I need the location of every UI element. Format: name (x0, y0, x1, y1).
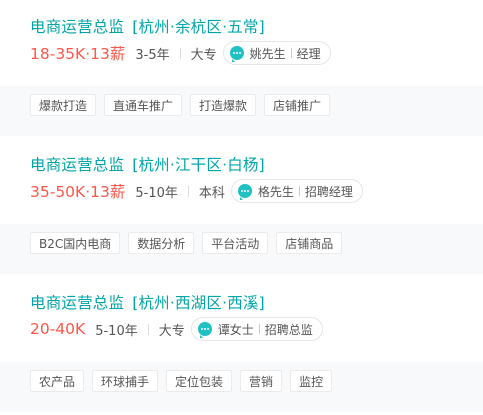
job-location: [杭州·余杭区·五常] (132, 18, 265, 36)
experience: 5-10年 (135, 185, 178, 201)
job-title-link[interactable]: 电商运营总监 [杭州·西湖区·西溪] (30, 291, 265, 313)
skill-tag: 环球捕手 (92, 370, 159, 392)
recruiter-chat-button[interactable]: 姚先生 经理 (222, 41, 331, 65)
recruiter-name: 格先生 (257, 184, 294, 199)
job-title-link[interactable]: 电商运营总监 [杭州·余杭区·五常] (30, 15, 265, 37)
job-location: [杭州·西湖区·西溪] (132, 294, 265, 312)
job-info-row: 20-40K 5-10年 大专 谭女士 招聘总监 (30, 316, 323, 342)
job-card-header: 电商运营总监 [杭州·西湖区·西溪] 20-40K 5-10年 大专 谭女士 招聘… (0, 276, 483, 362)
job-title-link[interactable]: 电商运营总监 [杭州·江干区·白杨] (30, 153, 265, 175)
chat-bubble-icon (197, 322, 212, 338)
education: 大专 (158, 323, 185, 339)
divider (147, 323, 149, 335)
job-tags-area: B2C国内电商 数据分析 平台活动 店铺商品 (0, 224, 483, 274)
experience: 5-10年 (95, 323, 138, 339)
skill-tag: 爆款打造 (30, 94, 97, 116)
skill-tag: 监控 (290, 370, 333, 392)
recruiter-name: 姚先生 (249, 46, 286, 61)
experience: 3-5年 (135, 47, 170, 63)
recruiter-chat-button[interactable]: 格先生 招聘经理 (230, 179, 363, 203)
job-tags-area: 农产品 环球捕手 定位包装 营销 监控 (0, 362, 483, 412)
job-title[interactable]: 电商运营总监 (30, 294, 124, 312)
job-card-header: 电商运营总监 [杭州·江干区·白杨] 35-50K·13薪 5-10年 本科 格先… (0, 138, 483, 224)
tag-list: 农产品 环球捕手 定位包装 营销 监控 (30, 370, 340, 392)
skill-tag: 直通车推广 (104, 94, 183, 116)
skill-tag: 店铺推广 (264, 94, 331, 116)
job-card-header: 电商运营总监 [杭州·余杭区·五常] 18-35K·13薪 3-5年 大专 姚先生… (0, 0, 483, 86)
job-card[interactable]: 电商运营总监 [杭州·西湖区·西溪] 20-40K 5-10年 大专 谭女士 招聘… (0, 276, 483, 412)
divider (179, 47, 181, 59)
salary: 20-40K (30, 320, 86, 338)
job-title[interactable]: 电商运营总监 (30, 156, 124, 174)
job-info-row: 35-50K·13薪 5-10年 本科 格先生 招聘经理 (30, 178, 363, 204)
job-title[interactable]: 电商运营总监 (30, 18, 124, 36)
chat-bubble-icon (229, 46, 244, 62)
divider (258, 324, 260, 334)
recruiter-name: 谭女士 (217, 322, 254, 337)
salary: 35-50K·13薪 (30, 183, 126, 201)
skill-tag: 打造爆款 (190, 94, 257, 116)
chat-bubble-icon (237, 184, 252, 200)
skill-tag: 店铺商品 (276, 232, 343, 254)
job-card[interactable]: 电商运营总监 [杭州·余杭区·五常] 18-35K·13薪 3-5年 大专 姚先生… (0, 0, 483, 136)
skill-tag: 营销 (240, 370, 283, 392)
job-tags-area: 爆款打造 直通车推广 打造爆款 店铺推广 (0, 86, 483, 136)
recruiter-role: 招聘经理 (304, 184, 353, 199)
education: 本科 (198, 185, 225, 201)
job-info-row: 18-35K·13薪 3-5年 大专 姚先生 经理 (30, 40, 331, 66)
salary: 18-35K·13薪 (30, 45, 126, 63)
skill-tag: B2C国内电商 (30, 232, 121, 254)
tag-list: B2C国内电商 数据分析 平台活动 店铺商品 (30, 232, 350, 254)
skill-tag: 定位包装 (166, 370, 233, 392)
tag-list: 爆款打造 直通车推广 打造爆款 店铺推广 (30, 94, 338, 116)
job-card[interactable]: 电商运营总监 [杭州·江干区·白杨] 35-50K·13薪 5-10年 本科 格先… (0, 138, 483, 274)
divider (187, 185, 189, 197)
recruiter-chat-button[interactable]: 谭女士 招聘总监 (190, 317, 323, 341)
recruiter-role: 经理 (296, 46, 321, 61)
skill-tag: 平台活动 (202, 232, 269, 254)
divider (290, 48, 292, 58)
skill-tag: 农产品 (30, 370, 85, 392)
skill-tag: 数据分析 (128, 232, 195, 254)
education: 大专 (190, 47, 217, 63)
job-location: [杭州·江干区·白杨] (132, 156, 265, 174)
recruiter-role: 招聘总监 (264, 322, 313, 337)
divider (298, 186, 300, 196)
